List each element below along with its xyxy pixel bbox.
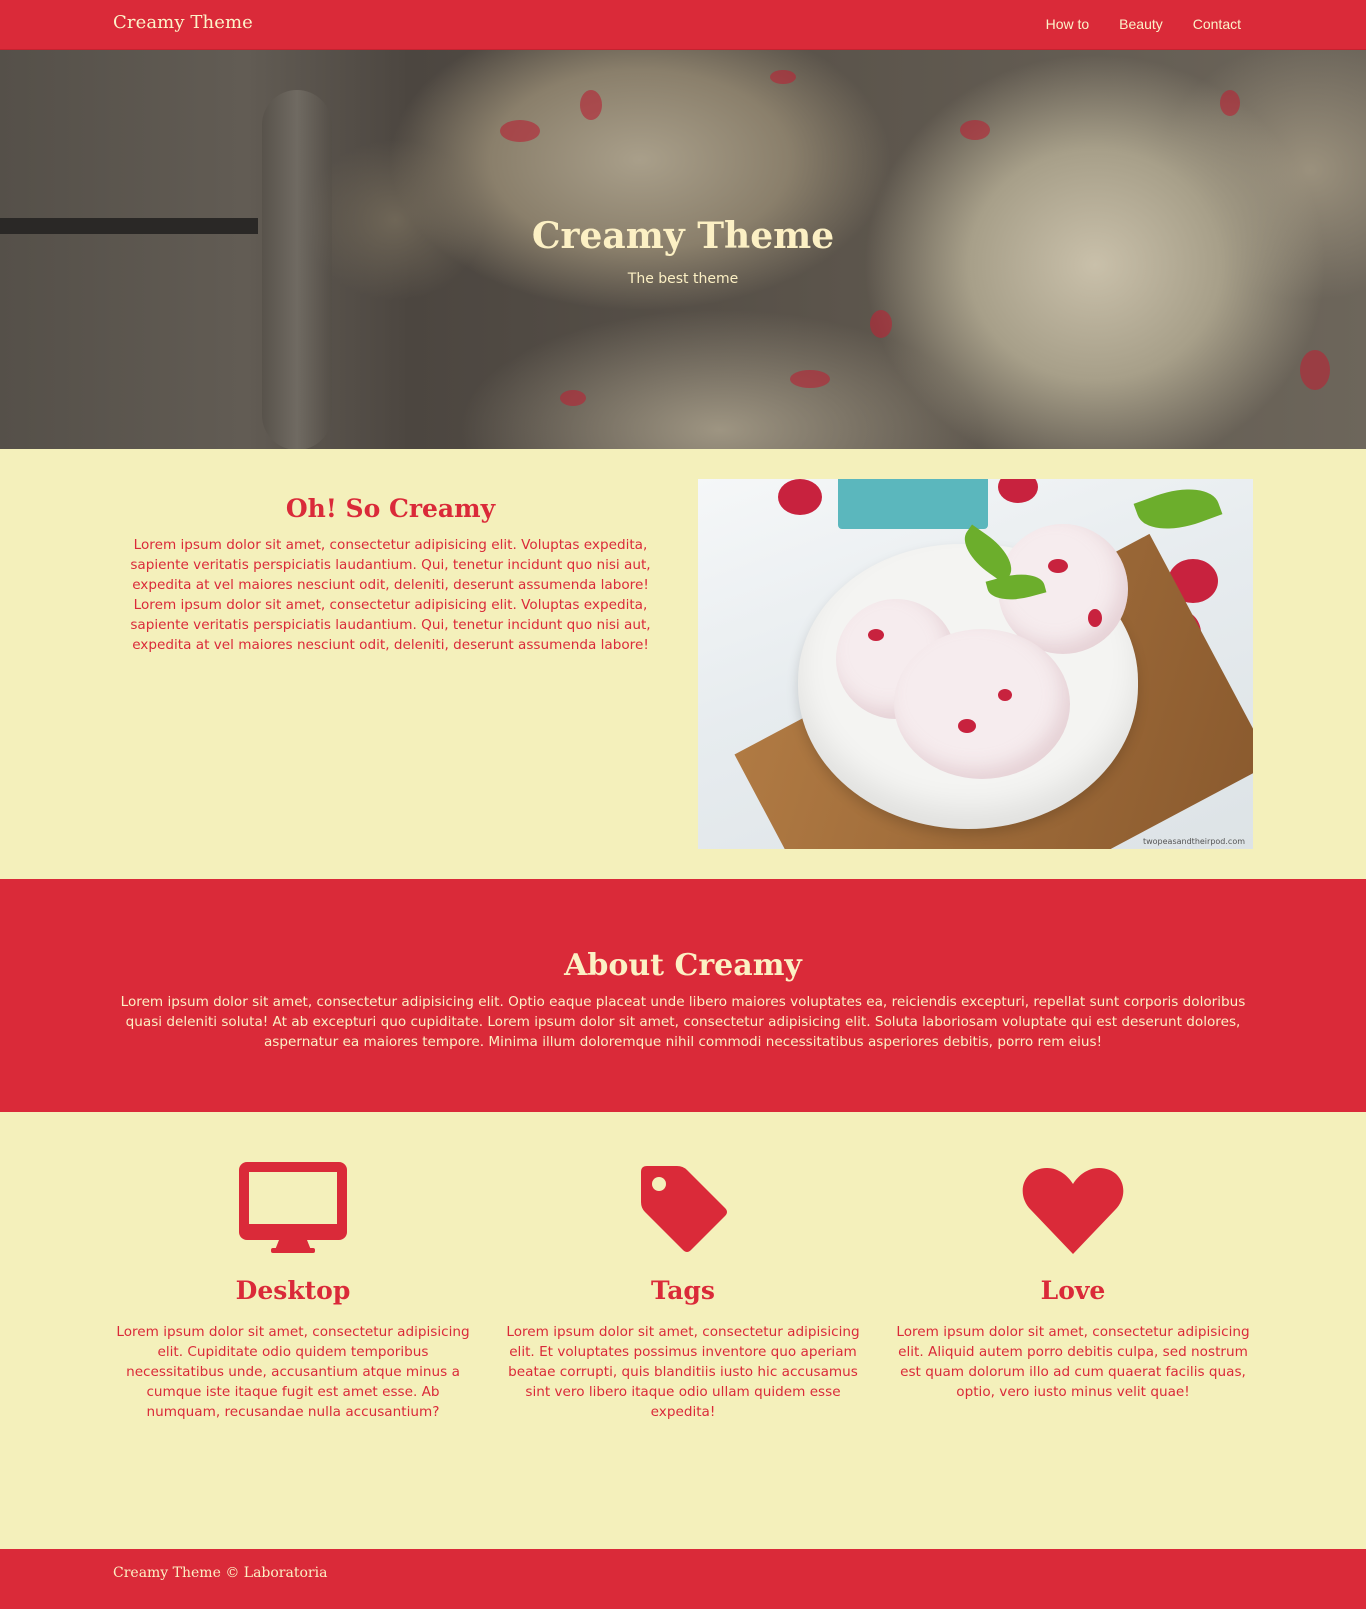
page: Creamy Theme How to Beauty Contact Cream… xyxy=(0,0,1366,1609)
feature-column-love: Love Lorem ipsum dolor sit amet, consect… xyxy=(893,1160,1253,1402)
raspberry xyxy=(778,479,822,515)
raspberry-swirl xyxy=(1088,609,1102,627)
about-text: Lorem ipsum dolor sit amet, consectetur … xyxy=(120,994,1246,1050)
ice-cream-bowl-image: twopeasandtheirpod.com xyxy=(698,479,1253,849)
feature-heading: Oh! So Creamy xyxy=(285,494,496,523)
image-caption: twopeasandtheirpod.com xyxy=(1142,837,1245,846)
berry-basket xyxy=(838,479,988,529)
column-text: Lorem ipsum dolor sit amet, consectetur … xyxy=(506,1324,860,1420)
mint-garnish xyxy=(1133,479,1223,542)
nav-link-contact[interactable]: Contact xyxy=(1193,16,1241,32)
raspberry-swirl xyxy=(1048,559,1068,573)
feature-column-tags: Tags Lorem ipsum dolor sit amet, consect… xyxy=(503,1160,863,1422)
footer-copyright: Creamy Theme © Laboratoria xyxy=(113,1565,328,1581)
hero-background-plate xyxy=(262,90,332,449)
hero-berry-speck xyxy=(560,390,586,406)
brand-link[interactable]: Creamy Theme xyxy=(113,12,253,33)
about-heading: About Creamy xyxy=(564,948,802,983)
hero-berry-speck xyxy=(1300,350,1330,390)
hero-berry-speck xyxy=(500,120,540,142)
column-title: Love xyxy=(1040,1276,1106,1305)
navbar: Creamy Theme How to Beauty Contact xyxy=(0,0,1366,50)
hero-berry-speck xyxy=(870,310,892,338)
hero-berry-speck xyxy=(960,120,990,140)
column-text: Lorem ipsum dolor sit amet, consectetur … xyxy=(116,1324,470,1420)
nav-links: How to Beauty Contact xyxy=(1016,16,1241,32)
raspberry xyxy=(998,479,1038,503)
ice-cream-scoop xyxy=(894,629,1070,779)
heart-icon xyxy=(1022,1168,1124,1254)
column-text: Lorem ipsum dolor sit amet, consectetur … xyxy=(896,1324,1250,1400)
raspberry-swirl xyxy=(868,629,884,641)
raspberry-swirl xyxy=(958,719,976,733)
hero-berry-speck xyxy=(790,370,830,388)
nav-link-how-to[interactable]: How to xyxy=(1046,16,1090,32)
hero-subtitle: The best theme xyxy=(627,271,739,287)
desktop-icon xyxy=(239,1162,347,1253)
column-title: Desktop xyxy=(235,1276,351,1305)
raspberry-swirl xyxy=(998,689,1012,701)
feature-column-desktop: Desktop Lorem ipsum dolor sit amet, cons… xyxy=(113,1160,473,1422)
about-section: About Creamy Lorem ipsum dolor sit amet,… xyxy=(0,879,1366,1112)
hero-berry-speck xyxy=(770,70,796,84)
nav-link-beauty[interactable]: Beauty xyxy=(1119,16,1163,32)
hero-berry-speck xyxy=(1220,90,1240,116)
hero-berry-speck xyxy=(580,90,602,120)
tag-icon xyxy=(641,1166,727,1252)
feature-text: Lorem ipsum dolor sit amet, consectetur … xyxy=(130,537,651,653)
hero-title: Creamy Theme xyxy=(531,215,835,257)
hero-banner: Creamy Theme The best theme xyxy=(0,50,1366,449)
column-title: Tags xyxy=(651,1276,715,1305)
footer: Creamy Theme © Laboratoria xyxy=(0,1549,1366,1609)
